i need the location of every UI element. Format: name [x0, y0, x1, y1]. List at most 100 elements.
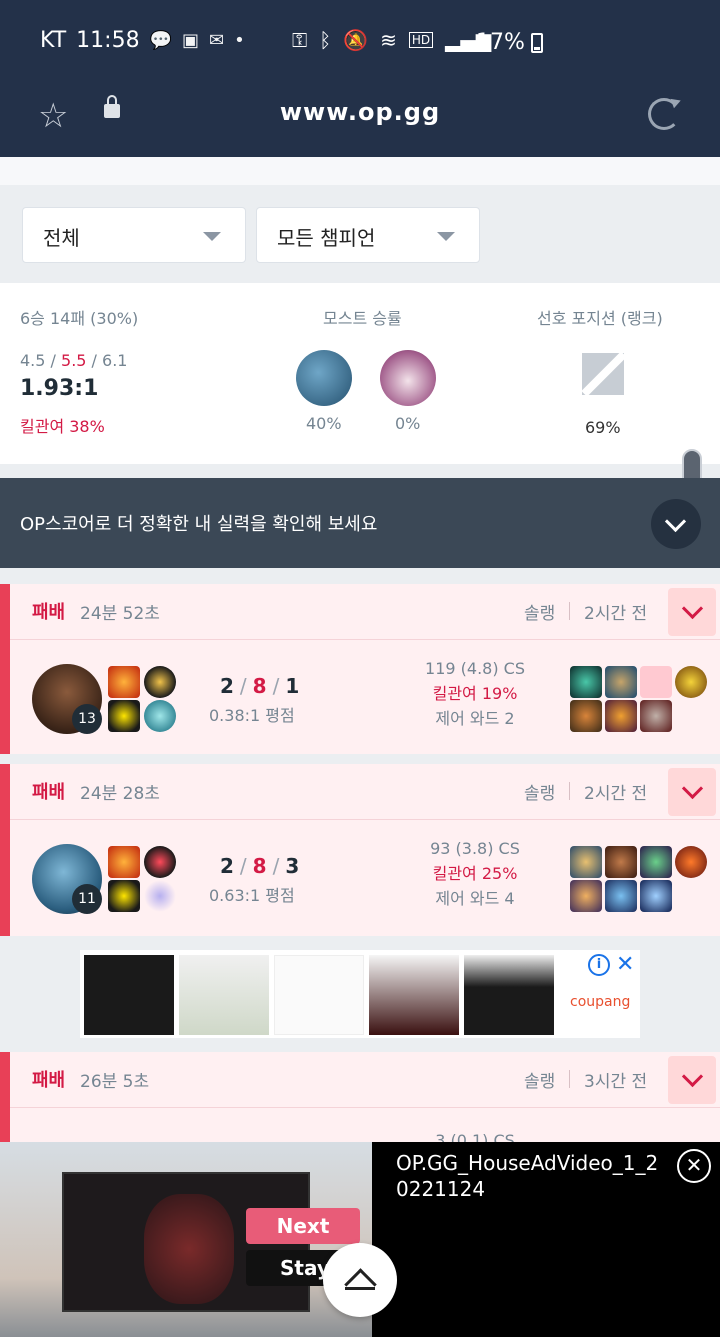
ad-product-image[interactable]	[274, 955, 364, 1035]
summoner-spell-icon[interactable]	[108, 880, 140, 912]
trinket-icon[interactable]	[675, 666, 707, 698]
loss-indicator-bar	[0, 584, 10, 754]
item-icon[interactable]	[640, 846, 672, 878]
avg-assists: 6.1	[102, 351, 128, 370]
kda-score: 0.38:1 평점	[209, 706, 295, 725]
expand-match-button[interactable]	[668, 768, 716, 816]
chevron-down-icon[interactable]	[651, 499, 701, 549]
ad-product-image[interactable]	[84, 955, 174, 1035]
ad-product-image[interactable]	[464, 955, 554, 1035]
item-icon[interactable]	[640, 880, 672, 912]
kda-ratio: 1.93:1	[20, 376, 99, 401]
match-queue: 솔랭	[524, 604, 556, 624]
rune-icon[interactable]	[144, 666, 176, 698]
divider	[569, 782, 570, 800]
close-icon[interactable]: ✕	[677, 1149, 711, 1183]
champion-level: 11	[72, 884, 102, 914]
item-icon[interactable]	[605, 666, 637, 698]
battery-icon	[530, 32, 543, 53]
kill-participation: 킬관여 19%	[432, 684, 518, 703]
rune-icon[interactable]	[144, 700, 176, 732]
item-icon[interactable]	[570, 666, 602, 698]
match-body: 3 (0.1) CS	[10, 1108, 720, 1150]
control-wards: 제어 와드 2	[435, 709, 515, 728]
most-champion-avatar[interactable]	[380, 350, 436, 406]
mail-icon: ✉	[209, 30, 225, 51]
creep-score: 93 (3.8) CS	[430, 839, 520, 858]
assists: 1	[285, 674, 300, 698]
deaths: 8	[252, 854, 267, 878]
item-icon[interactable]	[570, 880, 602, 912]
item-icon[interactable]	[570, 846, 602, 878]
match-time-ago: 2시간 전	[584, 784, 648, 804]
match-result: 패배	[32, 602, 66, 623]
match-header: 패배 24분 52초 솔랭 2시간 전	[10, 584, 720, 640]
champion-level: 13	[72, 704, 102, 734]
address-bar: ☆ www.op.gg	[0, 88, 720, 144]
op-score-banner[interactable]: OP스코어로 더 정확한 내 실력을 확인해 보세요	[0, 478, 720, 568]
image-icon: ▣	[182, 30, 200, 51]
rune-icon[interactable]	[144, 846, 176, 878]
item-icon[interactable]	[640, 700, 672, 732]
wifi-icon: ≋	[380, 28, 397, 52]
rune-icon[interactable]	[144, 880, 176, 912]
item-icon[interactable]	[605, 846, 637, 878]
close-icon[interactable]: ✕	[616, 952, 634, 977]
url-text[interactable]: www.op.gg	[0, 98, 720, 126]
ad-product-image[interactable]	[179, 955, 269, 1035]
video-title: OP.GG_HouseAdVideo_1_20221124	[396, 1151, 659, 1201]
slash: /	[272, 854, 280, 878]
divider	[569, 602, 570, 620]
kills: 2	[220, 854, 234, 878]
next-button[interactable]: Next	[246, 1208, 360, 1244]
most-champion-avatar[interactable]	[296, 350, 352, 406]
win-loss-record: 6승 14패 (30%)	[20, 309, 139, 328]
assists: 3	[285, 854, 300, 878]
item-icon[interactable]	[570, 700, 602, 732]
clock: 11:58	[76, 28, 140, 53]
scroll-to-top-button[interactable]	[323, 1243, 397, 1317]
item-icon[interactable]	[605, 700, 637, 732]
match-card[interactable]: 패배 24분 28초 솔랭 2시간 전 11 2/8/3 0.63:1 평점 9…	[0, 764, 720, 936]
match-duration: 24분 28초	[80, 784, 160, 804]
position-icon	[582, 353, 624, 395]
carrier-label: KT	[40, 28, 67, 53]
match-time-ago: 3시간 전	[584, 1072, 648, 1092]
info-icon[interactable]: i	[588, 954, 610, 976]
summoner-spell-icon[interactable]	[108, 700, 140, 732]
expand-match-button[interactable]	[668, 588, 716, 636]
slash: /	[272, 674, 280, 698]
slash: /	[239, 854, 247, 878]
match-header: 패배 24분 28초 솔랭 2시간 전	[10, 764, 720, 820]
avg-deaths: 5.5	[61, 351, 87, 370]
slash: /	[239, 674, 247, 698]
match-card[interactable]: 패배 24분 52초 솔랭 2시간 전 13 2/8/1 0.38:1 평점 1…	[0, 584, 720, 754]
champion-filter-select[interactable]: 모든 챔피언	[256, 207, 480, 263]
kill-participation: 킬관여 38%	[20, 417, 105, 436]
ad-brand-logo[interactable]: coupang	[570, 994, 630, 1010]
queue-filter-select[interactable]: 전체	[22, 207, 246, 263]
match-stats: 119 (4.8) CS 킬관여 19% 제어 와드 2	[390, 656, 560, 731]
item-icon[interactable]	[605, 880, 637, 912]
coupang-ad[interactable]: i ✕ coupang	[80, 950, 640, 1038]
preferred-position-title: 선호 포지션 (랭크)	[537, 309, 663, 328]
browser-header: KT 11:58 💬 ▣ ✉ • ⚿ ᛒ 🔕 ≋ HD ▂▄▆ 17% ☆ ww…	[0, 0, 720, 157]
loss-indicator-bar	[0, 1052, 10, 1142]
queue-filter-value: 전체	[43, 226, 80, 250]
summoner-spell-icon[interactable]	[108, 846, 140, 878]
match-card[interactable]: 패배 26분 5초 솔랭 3시간 전 3 (0.1) CS	[0, 1052, 720, 1150]
banner-text: OP스코어로 더 정확한 내 실력을 확인해 보세요	[20, 514, 378, 535]
talk-icon: 💬	[149, 30, 172, 51]
match-time-ago: 2시간 전	[584, 604, 648, 624]
summoner-spell-icon[interactable]	[108, 666, 140, 698]
hd-icon: HD	[408, 32, 434, 48]
key-icon: ⚿	[292, 28, 308, 52]
ad-product-image[interactable]	[369, 955, 459, 1035]
deaths: 8	[252, 674, 267, 698]
match-stats: 93 (3.8) CS 킬관여 25% 제어 와드 4	[390, 836, 560, 911]
empty-item-slot	[640, 666, 672, 698]
trinket-icon[interactable]	[675, 846, 707, 878]
expand-match-button[interactable]	[668, 1056, 716, 1104]
video-thumbnail[interactable]: Next Stay	[0, 1142, 372, 1337]
reload-icon[interactable]	[648, 98, 680, 130]
